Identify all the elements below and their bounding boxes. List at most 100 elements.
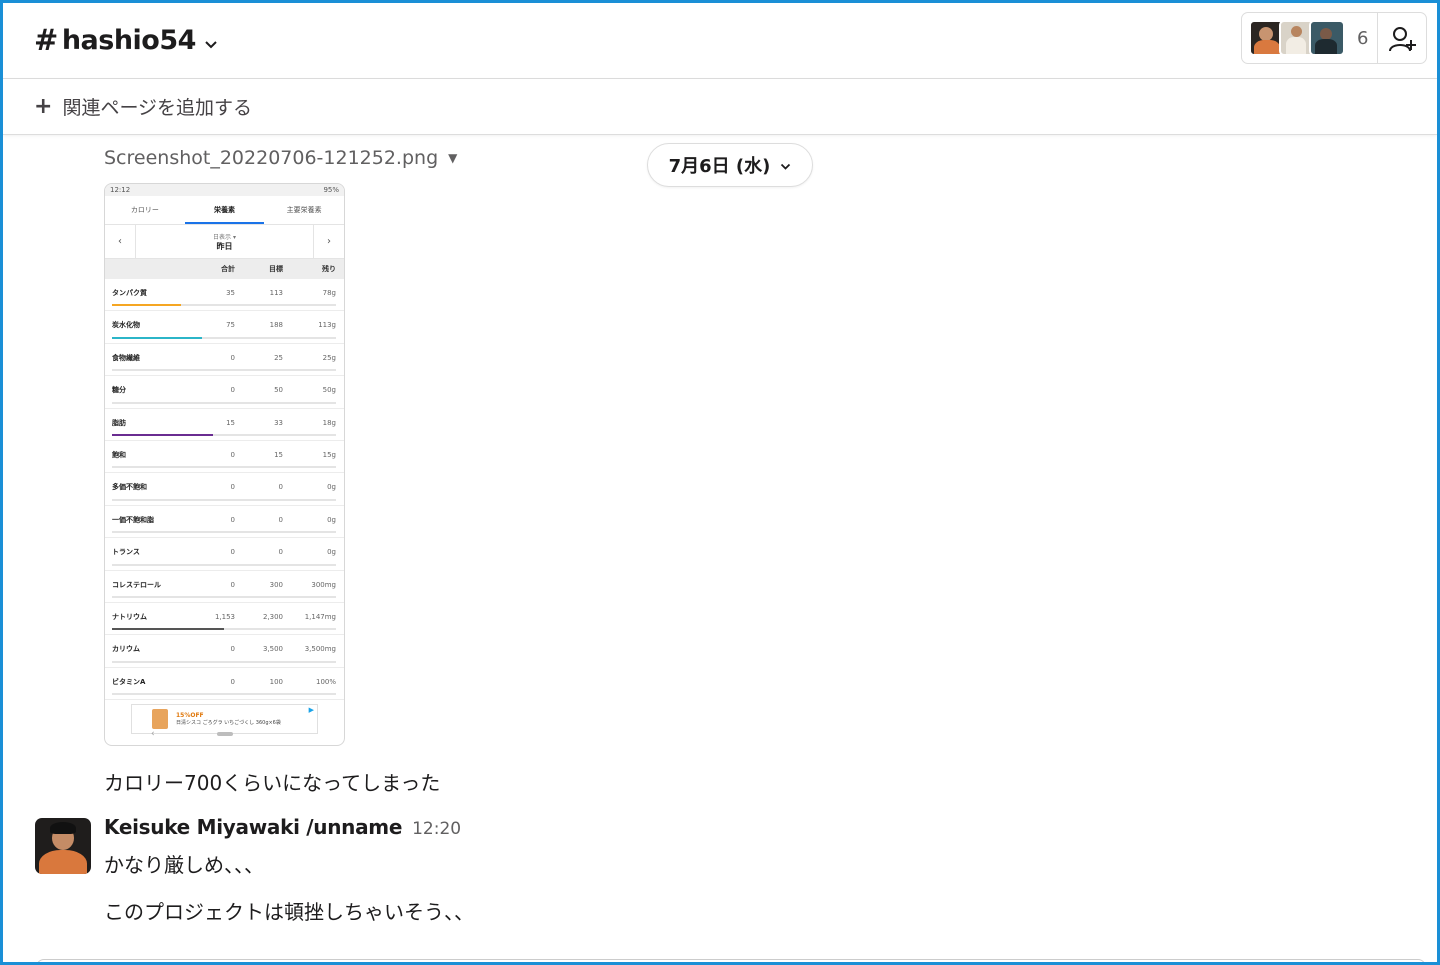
message-text: このプロジェクトは頓挫しちゃいそう、、 <box>104 900 474 924</box>
add-bookmark-button[interactable]: + 関連ページを追加する <box>34 93 252 120</box>
chevron-down-icon <box>204 26 218 57</box>
phone-status-bar: 12:12 95% <box>105 184 344 196</box>
phone-nav-bar: ‹ <box>105 723 344 745</box>
divider <box>1377 13 1378 63</box>
add-bookmark-label: 関連ページを追加する <box>62 97 253 119</box>
nutrient-name: カリウム <box>112 645 140 654</box>
nutrient-goal: 33 <box>274 418 283 427</box>
col-goal: 目標 <box>269 265 283 273</box>
member-count: 6 <box>1357 27 1369 49</box>
status-battery: 95% <box>323 186 339 194</box>
phone-nutrient-row: 飽和 0 15 15g <box>105 441 344 474</box>
channel-name: hashio54 <box>61 24 197 56</box>
phone-home-icon <box>217 732 233 736</box>
nutrient-goal: 0 <box>278 515 283 524</box>
status-time: 12:12 <box>110 186 131 194</box>
nutrient-progress-bar <box>112 336 336 339</box>
nutrient-progress-bar <box>112 304 336 307</box>
nutrient-total: 15 <box>226 418 235 427</box>
phone-nutrient-list: タンパク質 35 113 78g 炭水化物 75 188 113g 食物繊維 0 25 25g 糖分 0 5… <box>105 279 344 701</box>
nutrient-name: トランス <box>112 548 140 557</box>
avatar[interactable] <box>35 818 91 874</box>
date-divider-button[interactable]: 7月6日 (水) <box>647 143 813 187</box>
nutrient-goal: 0 <box>278 483 283 492</box>
nutrient-left: 1,147mg <box>304 612 336 621</box>
nutrient-name: 飽和 <box>112 450 126 459</box>
nutrient-left: 50g <box>322 386 336 395</box>
phone-tabs: カロリー 栄養素 主要栄養素 <box>105 196 344 225</box>
nutrient-progress-bar <box>112 369 336 372</box>
message-text: カロリー700くらいになってしまった <box>104 771 441 795</box>
ad-offer: 15%OFF <box>176 712 204 720</box>
nutrient-total: 35 <box>226 289 235 297</box>
nutrient-left: 78g <box>322 289 336 297</box>
nutrient-goal: 113 <box>269 289 283 297</box>
phone-nutrient-row: ナトリウム 1,153 2,300 1,147mg <box>105 603 344 636</box>
nutrient-name: ナトリウム <box>112 612 147 621</box>
avatar <box>1309 20 1345 56</box>
nutrient-progress-bar <box>112 531 336 534</box>
attachment-filename[interactable]: Screenshot_20220706-121252.png ▼ <box>104 147 457 169</box>
slack-window: # hashio54 6 + 関連ページを追加する Screenshot_202… <box>0 0 1440 965</box>
nutrient-name: 炭水化物 <box>112 321 140 330</box>
nutrient-name: 食物繊維 <box>112 353 140 362</box>
plus-icon: + <box>34 94 53 119</box>
nutrient-progress-bar <box>112 660 336 663</box>
phone-nutrient-row: 脂肪 15 33 18g <box>105 409 344 441</box>
nutrient-goal: 100 <box>269 677 283 686</box>
caret-down-icon[interactable]: ▼ <box>448 151 457 165</box>
message-timestamp[interactable]: 12:20 <box>412 819 461 839</box>
nutrient-name: 糖分 <box>112 386 126 395</box>
channel-header: # hashio54 6 <box>3 3 1437 79</box>
phone-nutrient-row: ビタミンA 0 100 100% <box>105 668 344 701</box>
nutrient-goal: 2,300 <box>262 612 283 621</box>
image-attachment[interactable]: 12:12 95% カロリー 栄養素 主要栄養素 ‹ 日表示 ▾ 昨日 › 合計… <box>104 183 345 746</box>
nutrient-total: 0 <box>230 515 235 524</box>
nutrient-total: 0 <box>230 580 235 589</box>
nutrient-goal: 3,500 <box>262 645 283 654</box>
phone-table-header: 合計 目標 残り <box>105 259 344 279</box>
nutrient-progress-bar <box>112 563 336 566</box>
nutrient-total: 0 <box>230 548 235 557</box>
hash-icon: # <box>34 23 58 57</box>
nutrient-name: コレステロール <box>112 580 161 589</box>
message-text: かなり厳しめ、、、 <box>104 853 264 877</box>
nutrient-total: 0 <box>230 483 235 492</box>
nutrient-progress-bar <box>112 628 336 631</box>
chevron-right-icon: › <box>313 225 344 258</box>
date-label: 7月6日 (水) <box>668 156 771 177</box>
phone-nutrient-row: 一価不飽和脂 0 0 0g <box>105 506 344 539</box>
nutrient-left: 15g <box>322 450 336 459</box>
nutrient-total: 1,153 <box>214 612 235 621</box>
filename-text: Screenshot_20220706-121252.png <box>104 147 439 169</box>
channel-name-button[interactable]: # hashio54 <box>34 23 218 57</box>
nutrient-total: 0 <box>230 450 235 459</box>
members-button[interactable]: 6 <box>1241 12 1427 64</box>
nutrient-progress-bar <box>112 466 336 469</box>
nutrient-name: ビタミンA <box>112 677 146 686</box>
phone-nutrient-row: コレステロール 0 300 300mg <box>105 571 344 603</box>
nutrient-progress-fill <box>112 336 202 339</box>
phone-nutrient-row: タンパク質 35 113 78g <box>105 279 344 312</box>
phone-nutrient-row: 炭水化物 75 188 113g <box>105 311 344 344</box>
col-left: 残り <box>322 265 336 273</box>
nutrient-goal: 50 <box>274 386 283 395</box>
chevron-left-icon: ‹ <box>105 225 136 258</box>
add-person-icon[interactable] <box>1388 25 1418 57</box>
nutrient-progress-fill <box>112 628 224 631</box>
nutrient-total: 0 <box>230 677 235 686</box>
nutrient-name: 脂肪 <box>112 418 126 427</box>
nutrient-total: 0 <box>230 353 235 362</box>
phone-nav-day: 昨日 <box>216 241 233 251</box>
phone-nav-mode: 日表示 ▾ <box>213 233 236 241</box>
nutrient-left: 18g <box>322 418 336 427</box>
phone-nutrient-row: トランス 0 0 0g <box>105 538 344 571</box>
nutrient-goal: 188 <box>269 321 283 330</box>
phone-tab: カロリー <box>130 206 159 214</box>
nutrient-progress-bar <box>112 498 336 501</box>
nutrient-left: 0g <box>327 515 336 524</box>
nutrient-name: タンパク質 <box>112 289 147 297</box>
nutrient-goal: 25 <box>274 353 283 362</box>
message-composer[interactable] <box>36 959 1426 962</box>
sender-name[interactable]: Keisuke Miyawaki /unname <box>104 815 402 839</box>
